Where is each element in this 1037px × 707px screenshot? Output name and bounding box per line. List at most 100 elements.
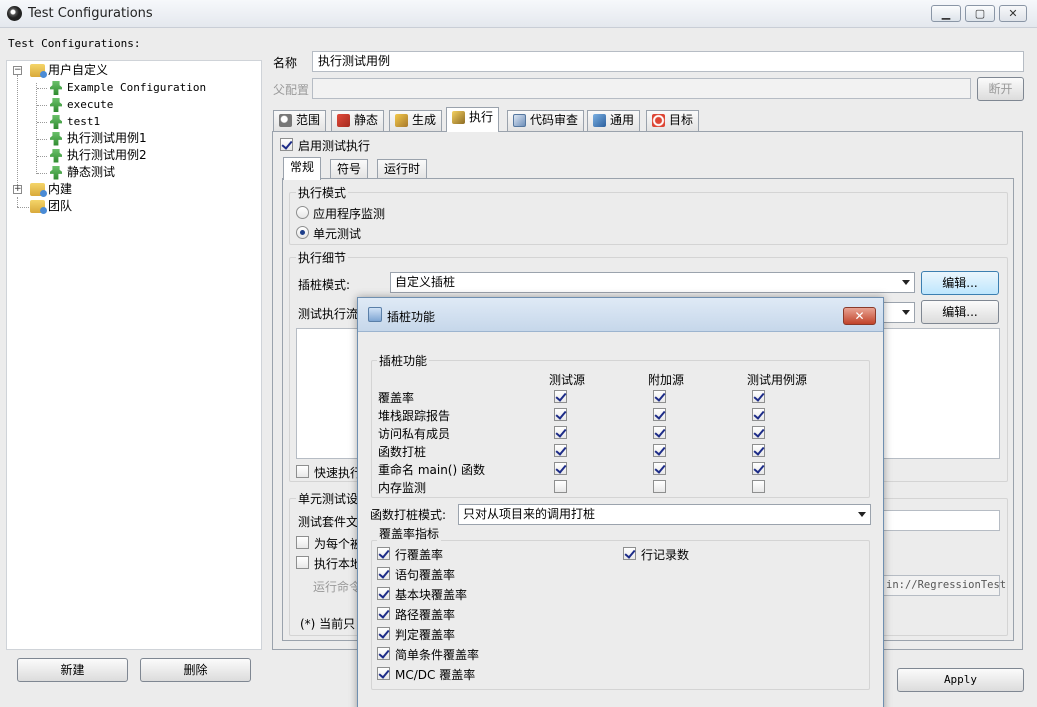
suite-file-input[interactable] — [880, 510, 1000, 531]
instrumentation-checkbox[interactable] — [653, 408, 666, 421]
tree-node-example-configuration[interactable]: Example Configuration — [50, 79, 206, 96]
configuration-tree[interactable]: − 用户自定义 Example Configuration execute te… — [6, 60, 262, 650]
tree-node-exec-test-case-1[interactable]: 执行测试用例1 — [50, 130, 147, 147]
static-icon — [337, 114, 350, 127]
folder-icon — [30, 183, 47, 197]
app-icon — [7, 6, 22, 21]
mode-app-label: 应用程序监测 — [313, 207, 386, 221]
run-command-input[interactable]: in://RegressionTest — [880, 575, 1006, 596]
instrumentation-checkbox[interactable] — [752, 426, 765, 439]
coverage-checkbox[interactable] — [377, 647, 390, 660]
enable-execution-checkbox[interactable] — [280, 138, 293, 151]
each-unit-label: 为每个被 — [314, 537, 363, 551]
test-config-icon — [50, 81, 62, 95]
magnifier-icon — [279, 114, 292, 127]
tab-common[interactable]: 通用 — [587, 110, 641, 131]
note-label: (*) 当前只 — [300, 617, 356, 631]
chevron-down-icon — [858, 512, 866, 517]
stub-mode-select[interactable]: 自定义插桩 — [390, 272, 915, 293]
tree-node-execute[interactable]: execute — [50, 96, 113, 113]
test-flow-label: 测试执行流 — [298, 307, 359, 321]
quick-exec-checkbox[interactable] — [296, 465, 309, 478]
name-input[interactable]: 执行测试用例 — [312, 51, 1024, 72]
instrumentation-checkbox[interactable] — [752, 462, 765, 475]
close-button[interactable]: ✕ — [999, 5, 1027, 22]
instrumentation-checkbox[interactable] — [752, 444, 765, 457]
instrumentation-checkbox[interactable] — [554, 426, 567, 439]
instrumentation-row-label: 覆盖率 — [378, 391, 415, 405]
run-local-checkbox[interactable] — [296, 556, 309, 569]
coverage-checkbox[interactable] — [377, 567, 390, 580]
enable-execution-label: 启用测试执行 — [298, 139, 371, 153]
collapse-toggle[interactable]: − — [13, 66, 22, 75]
coverage-checkbox[interactable] — [377, 667, 390, 680]
tree-node-test1[interactable]: test1 — [50, 113, 100, 130]
coverage-checkbox[interactable] — [377, 547, 390, 560]
subtab-symbols[interactable]: 符号 — [330, 159, 369, 179]
code-review-icon — [513, 114, 526, 127]
instrumentation-row-label: 访问私有成员 — [378, 427, 451, 441]
tree-node-exec-test-case-2[interactable]: 执行测试用例2 — [50, 147, 147, 164]
target-icon — [652, 114, 665, 127]
delete-button[interactable]: 删除 — [140, 658, 251, 682]
tab-scope[interactable]: 范围 — [273, 110, 327, 131]
dialog-title: 插桩功能 — [387, 310, 436, 324]
test-flow-edit-button[interactable]: 编辑... — [921, 300, 999, 324]
execute-icon — [452, 111, 465, 124]
maximize-button[interactable]: ▢ — [965, 5, 995, 22]
parent-input[interactable] — [312, 78, 971, 99]
coverage-label: 路径覆盖率 — [395, 608, 456, 622]
instrumentation-checkbox[interactable] — [554, 462, 567, 475]
coverage-label: 基本块覆盖率 — [395, 588, 468, 602]
tree-node-static-test[interactable]: 静态测试 — [50, 164, 115, 181]
apply-button[interactable]: Apply — [897, 668, 1024, 692]
mode-unit-label: 单元测试 — [313, 227, 362, 241]
tab-static[interactable]: 静态 — [331, 110, 385, 131]
coverage-label: 语句覆盖率 — [395, 568, 456, 582]
subtab-runtime[interactable]: 运行时 — [377, 159, 428, 179]
tab-execute[interactable]: 执行 — [446, 107, 500, 132]
minimize-button[interactable]: ▁ — [931, 5, 961, 22]
execution-mode-title: 执行模式 — [296, 184, 349, 201]
coverage-checkbox[interactable] — [377, 607, 390, 620]
instrumentation-checkbox[interactable] — [653, 390, 666, 403]
instrumentation-checkbox[interactable] — [752, 390, 765, 403]
dialog-stub-mode-select[interactable]: 只对从项目来的调用打桩 — [458, 504, 871, 525]
disconnect-button[interactable]: 断开 — [977, 77, 1024, 101]
expand-toggle[interactable]: + — [13, 185, 22, 194]
configurations-header: Test Configurations: — [8, 37, 141, 50]
dialog-close-button[interactable]: ✕ — [843, 307, 876, 325]
mode-app-radio[interactable] — [296, 206, 309, 219]
each-unit-checkbox[interactable] — [296, 536, 309, 549]
tab-generate[interactable]: 生成 — [389, 110, 443, 131]
tab-code-review[interactable]: 代码审查 — [507, 110, 585, 131]
name-label: 名称 — [273, 56, 298, 70]
instrumentation-checkbox[interactable] — [554, 444, 567, 457]
tree-node-user-defined[interactable]: 用户自定义 — [30, 62, 108, 79]
dialog-app-icon — [368, 307, 382, 322]
new-button[interactable]: 新建 — [17, 658, 128, 682]
stub-mode-edit-button[interactable]: 编辑... — [921, 271, 999, 295]
window-title: Test Configurations — [28, 6, 153, 21]
test-config-icon — [50, 148, 62, 163]
mode-unit-radio[interactable] — [296, 226, 309, 239]
instrumentation-checkbox[interactable] — [653, 462, 666, 475]
instrumentation-checkbox[interactable] — [653, 444, 666, 457]
instrumentation-checkbox[interactable] — [554, 480, 567, 493]
coverage-label: MC/DC 覆盖率 — [395, 668, 476, 682]
stub-mode-label: 插桩模式: — [298, 278, 351, 292]
instrumentation-checkbox[interactable] — [554, 408, 567, 421]
tab-target[interactable]: 目标 — [646, 110, 700, 131]
instrumentation-checkbox[interactable] — [752, 408, 765, 421]
instrumentation-checkbox[interactable] — [554, 390, 567, 403]
coverage-checkbox[interactable] — [377, 587, 390, 600]
tree-node-team[interactable]: 团队 — [30, 198, 72, 215]
instrumentation-checkbox[interactable] — [653, 426, 666, 439]
line-count-checkbox[interactable] — [623, 547, 636, 560]
generate-icon — [395, 114, 408, 127]
instrumentation-checkbox[interactable] — [752, 480, 765, 493]
coverage-checkbox[interactable] — [377, 627, 390, 640]
tree-node-builtin[interactable]: 内建 — [30, 181, 72, 198]
subtab-general[interactable]: 常规 — [283, 157, 322, 180]
instrumentation-checkbox[interactable] — [653, 480, 666, 493]
